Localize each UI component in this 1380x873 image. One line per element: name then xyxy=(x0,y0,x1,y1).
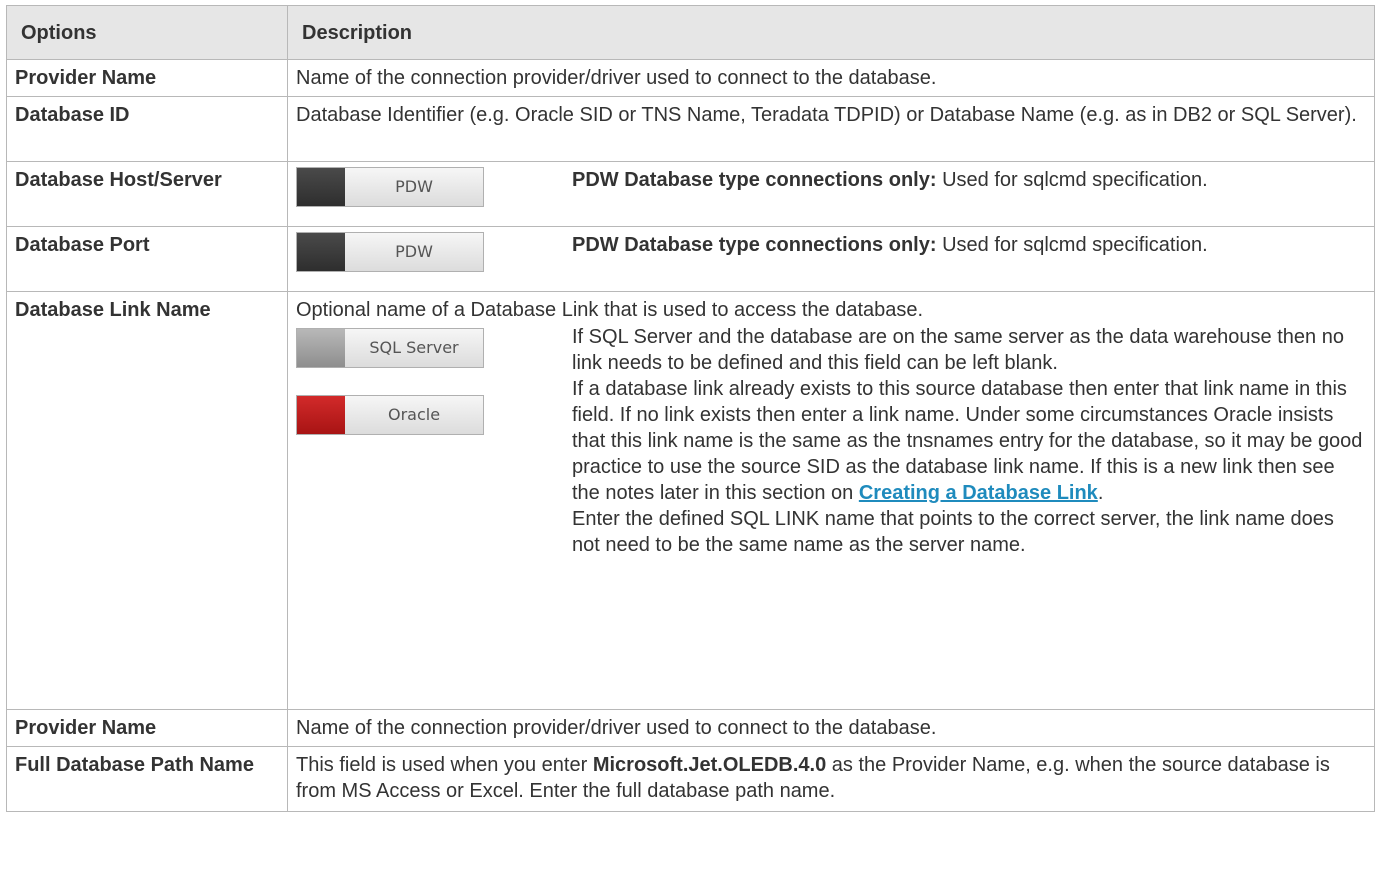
database-badges: SQL Server Oracle xyxy=(296,324,484,462)
sql-server-badge: SQL Server xyxy=(296,328,484,368)
oracle-badge-label: Oracle xyxy=(387,405,441,424)
option-description: PDW PDW Database type connections only: … xyxy=(287,161,1375,227)
pdw-note-bold: PDW Database type connections only: xyxy=(572,169,937,191)
table-row: Database Port PDW PDW Database type conn… xyxy=(6,226,1375,292)
pdw-swatch xyxy=(297,233,345,271)
database-link-text: If SQL Server and the database are on th… xyxy=(572,324,1364,558)
pdw-badge-label: PDW xyxy=(395,177,433,196)
creating-database-link-link[interactable]: Creating a Database Link xyxy=(859,482,1098,504)
column-header-options: Options xyxy=(6,5,288,60)
sql-server-badge-label: SQL Server xyxy=(369,338,459,357)
sql-server-swatch xyxy=(297,329,345,367)
option-name: Database Link Name xyxy=(6,291,288,710)
table-row: Provider Name Name of the connection pro… xyxy=(6,709,1375,747)
column-header-description: Description xyxy=(287,5,1375,60)
pdw-note: PDW PDW Database type connections only: … xyxy=(296,232,1364,272)
pdw-note-bold: PDW Database type connections only: xyxy=(572,234,937,256)
option-description: Name of the connection provider/driver u… xyxy=(287,59,1375,97)
pdw-badge: PDW xyxy=(296,232,484,272)
path-desc-provider: Microsoft.Jet.OLEDB.4.0 xyxy=(592,754,827,776)
sql-link-paragraph: Enter the defined SQL LINK name that poi… xyxy=(572,508,1334,556)
path-desc-pre: This field is used when you enter xyxy=(296,754,593,776)
pdw-badge: PDW xyxy=(296,167,484,207)
pdw-note-rest: Used for sqlcmd specification. xyxy=(936,169,1208,191)
option-name: Database Host/Server xyxy=(6,161,288,227)
sql-server-paragraph: If SQL Server and the database are on th… xyxy=(572,326,1344,374)
oracle-paragraph: If a database link already exists to thi… xyxy=(572,376,1364,506)
table-row: Database ID Database Identifier (e.g. Or… xyxy=(6,96,1375,162)
pdw-note-text: PDW Database type connections only: Used… xyxy=(572,167,1208,193)
oracle-swatch xyxy=(297,396,345,434)
option-name: Provider Name xyxy=(6,709,288,747)
pdw-note-rest: Used for sqlcmd specification. xyxy=(936,234,1208,256)
option-description: Optional name of a Database Link that is… xyxy=(287,291,1375,710)
option-description: This field is used when you enter Micros… xyxy=(287,746,1375,812)
option-name: Database Port xyxy=(6,226,288,292)
pdw-swatch xyxy=(297,168,345,206)
table-row: Provider Name Name of the connection pro… xyxy=(6,59,1375,97)
option-name: Provider Name xyxy=(6,59,288,97)
option-description: PDW PDW Database type connections only: … xyxy=(287,226,1375,292)
table-header-row: Options Description xyxy=(6,5,1375,60)
database-link-intro: Optional name of a Database Link that is… xyxy=(296,299,924,321)
table-row: Database Host/Server PDW PDW Database ty… xyxy=(6,161,1375,227)
pdw-badge-label: PDW xyxy=(395,242,433,261)
oracle-badge: Oracle xyxy=(296,395,484,435)
option-description: Name of the connection provider/driver u… xyxy=(287,709,1375,747)
pdw-note: PDW PDW Database type connections only: … xyxy=(296,167,1364,207)
pdw-note-text: PDW Database type connections only: Used… xyxy=(572,232,1208,258)
options-table: Options Description Provider Name Name o… xyxy=(6,5,1375,812)
oracle-paragraph-tail: . xyxy=(1097,482,1104,504)
database-link-details: SQL Server Oracle If SQL Server and the … xyxy=(296,324,1364,558)
option-name: Database ID xyxy=(6,96,288,162)
table-row: Database Link Name Optional name of a Da… xyxy=(6,291,1375,710)
option-name: Full Database Path Name xyxy=(6,746,288,812)
table-row: Full Database Path Name This field is us… xyxy=(6,746,1375,812)
option-description: Database Identifier (e.g. Oracle SID or … xyxy=(287,96,1375,162)
